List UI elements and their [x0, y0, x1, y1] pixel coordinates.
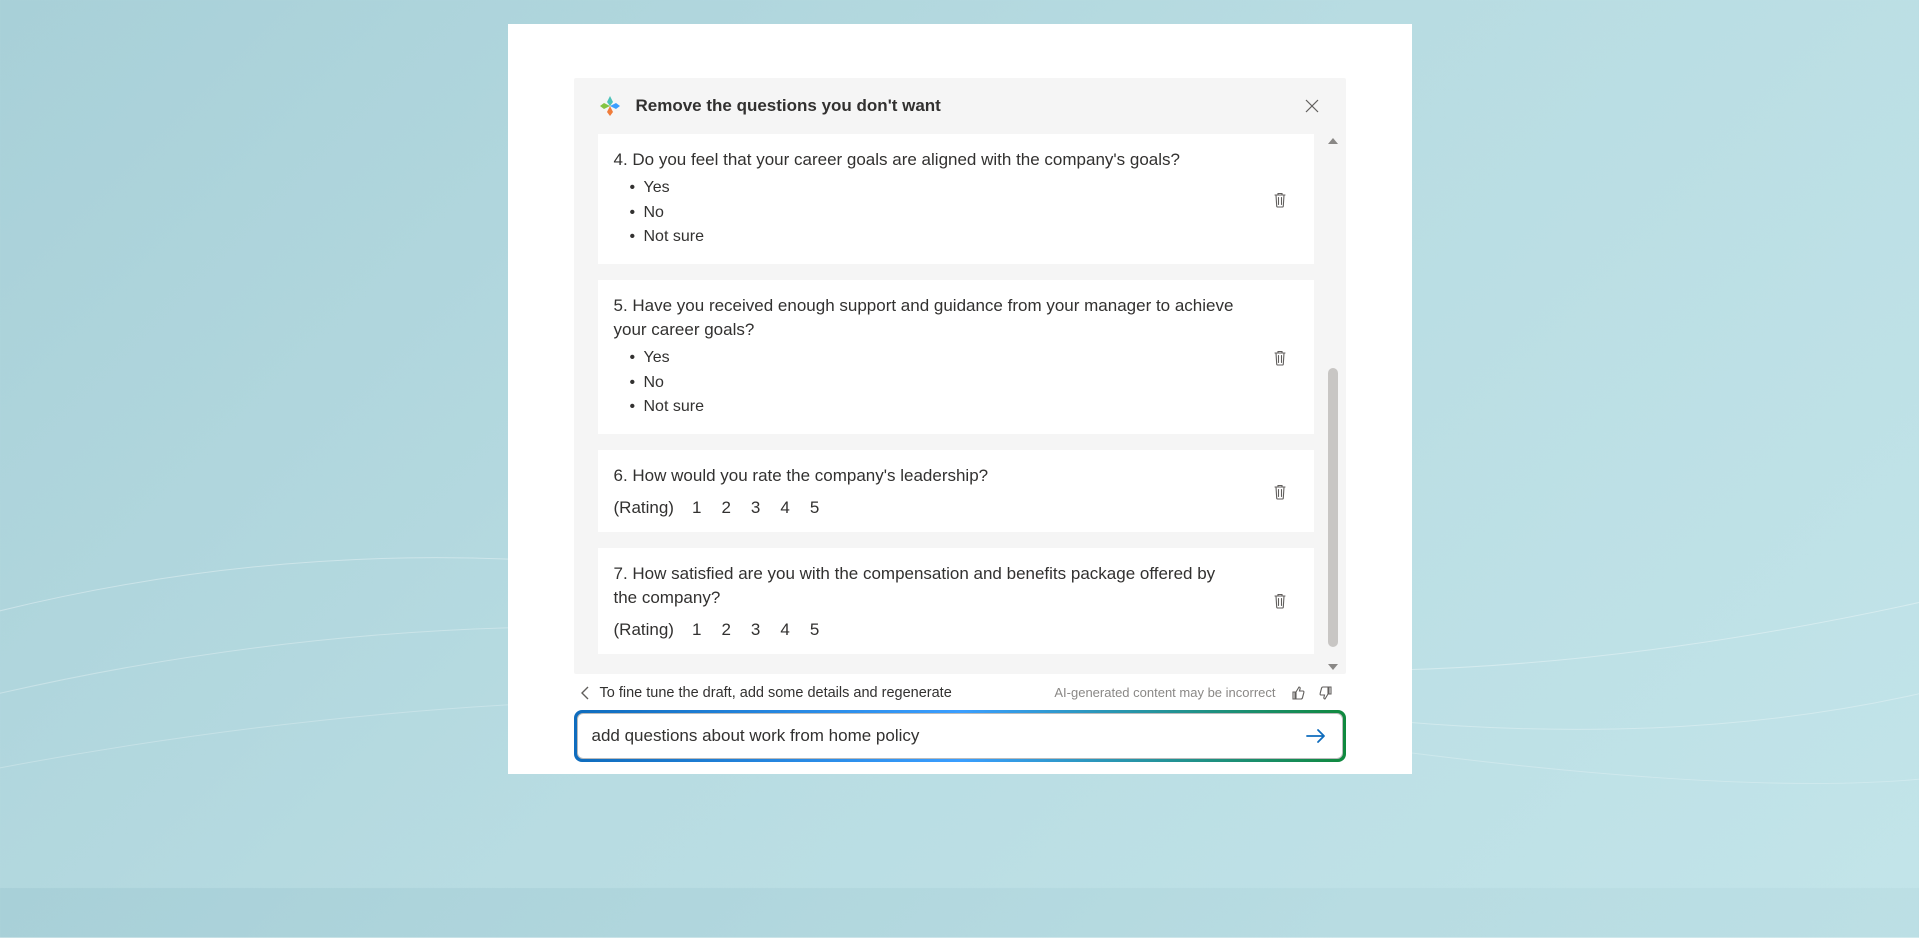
trash-icon: [1272, 349, 1288, 366]
rating-row: (Rating) 1 2 3 4 5: [614, 620, 1242, 640]
rating-label: (Rating): [614, 498, 674, 517]
option-item: Yes: [630, 176, 1242, 201]
send-button[interactable]: [1300, 720, 1332, 752]
delete-question-button[interactable]: [1266, 185, 1294, 213]
question-block: 5. Have you received enough support and …: [598, 280, 1314, 434]
option-item: Not sure: [630, 225, 1242, 250]
question-block: 6. How would you rate the company's lead…: [598, 450, 1314, 532]
question-options: YesNoNot sure: [614, 346, 1242, 420]
question-options: YesNoNot sure: [614, 176, 1242, 250]
chevron-left-icon: [580, 686, 590, 700]
thumbs-up-icon: [1291, 685, 1307, 701]
card-title: Remove the questions you don't want: [636, 96, 941, 116]
rating-value: 5: [810, 620, 819, 639]
thumbs-up-button[interactable]: [1288, 682, 1310, 704]
scroll-up-arrow[interactable]: [1326, 134, 1340, 148]
rating-value: 2: [721, 498, 730, 517]
delete-question-button[interactable]: [1266, 587, 1294, 615]
close-icon: [1305, 99, 1319, 113]
delete-question-button[interactable]: [1266, 477, 1294, 505]
delete-question-button[interactable]: [1266, 343, 1294, 371]
rating-row: (Rating) 1 2 3 4 5: [614, 498, 1242, 518]
question-text: 5. Have you received enough support and …: [614, 294, 1242, 342]
trash-icon: [1272, 483, 1288, 500]
prompt-input-wrap: [574, 710, 1346, 762]
rating-label: (Rating): [614, 620, 674, 639]
thumbs-down-button[interactable]: [1314, 682, 1336, 704]
rating-value: 1: [692, 498, 701, 517]
scroll-down-arrow[interactable]: [1326, 660, 1340, 674]
question-block: 7. How satisfied are you with the compen…: [598, 548, 1314, 654]
rating-value: 1: [692, 620, 701, 639]
copilot-icon: [598, 94, 622, 118]
question-block: 4. Do you feel that your career goals ar…: [598, 134, 1314, 264]
rating-value: 2: [721, 620, 730, 639]
ai-disclaimer: AI-generated content may be incorrect: [1054, 685, 1275, 700]
question-text: 4. Do you feel that your career goals ar…: [614, 148, 1242, 172]
card-header: Remove the questions you don't want: [574, 78, 1346, 134]
question-text: 7. How satisfied are you with the compen…: [614, 562, 1242, 610]
back-button[interactable]: [576, 684, 594, 702]
main-panel: Remove the questions you don't want 4. D…: [508, 24, 1412, 774]
close-button[interactable]: [1298, 92, 1326, 120]
trash-icon: [1272, 592, 1288, 609]
option-item: No: [630, 371, 1242, 396]
thumbs-down-icon: [1317, 685, 1333, 701]
scroll-track[interactable]: [1328, 150, 1338, 658]
rating-value: 4: [780, 620, 789, 639]
rating-value: 3: [751, 498, 760, 517]
hint-row: To fine tune the draft, add some details…: [574, 674, 1346, 704]
questions-list: 4. Do you feel that your career goals ar…: [574, 134, 1346, 674]
option-item: Yes: [630, 346, 1242, 371]
prompt-input[interactable]: [582, 716, 1300, 756]
hint-text: To fine tune the draft, add some details…: [600, 685, 952, 701]
rating-value: 3: [751, 620, 760, 639]
scroll-thumb[interactable]: [1328, 368, 1338, 647]
rating-value: 4: [780, 498, 789, 517]
option-item: No: [630, 201, 1242, 226]
arrow-right-icon: [1306, 728, 1326, 744]
rating-value: 5: [810, 498, 819, 517]
copilot-card: Remove the questions you don't want 4. D…: [574, 78, 1346, 674]
scrollbar[interactable]: [1324, 134, 1342, 674]
option-item: Not sure: [630, 395, 1242, 420]
trash-icon: [1272, 191, 1288, 208]
question-text: 6. How would you rate the company's lead…: [614, 464, 1242, 488]
